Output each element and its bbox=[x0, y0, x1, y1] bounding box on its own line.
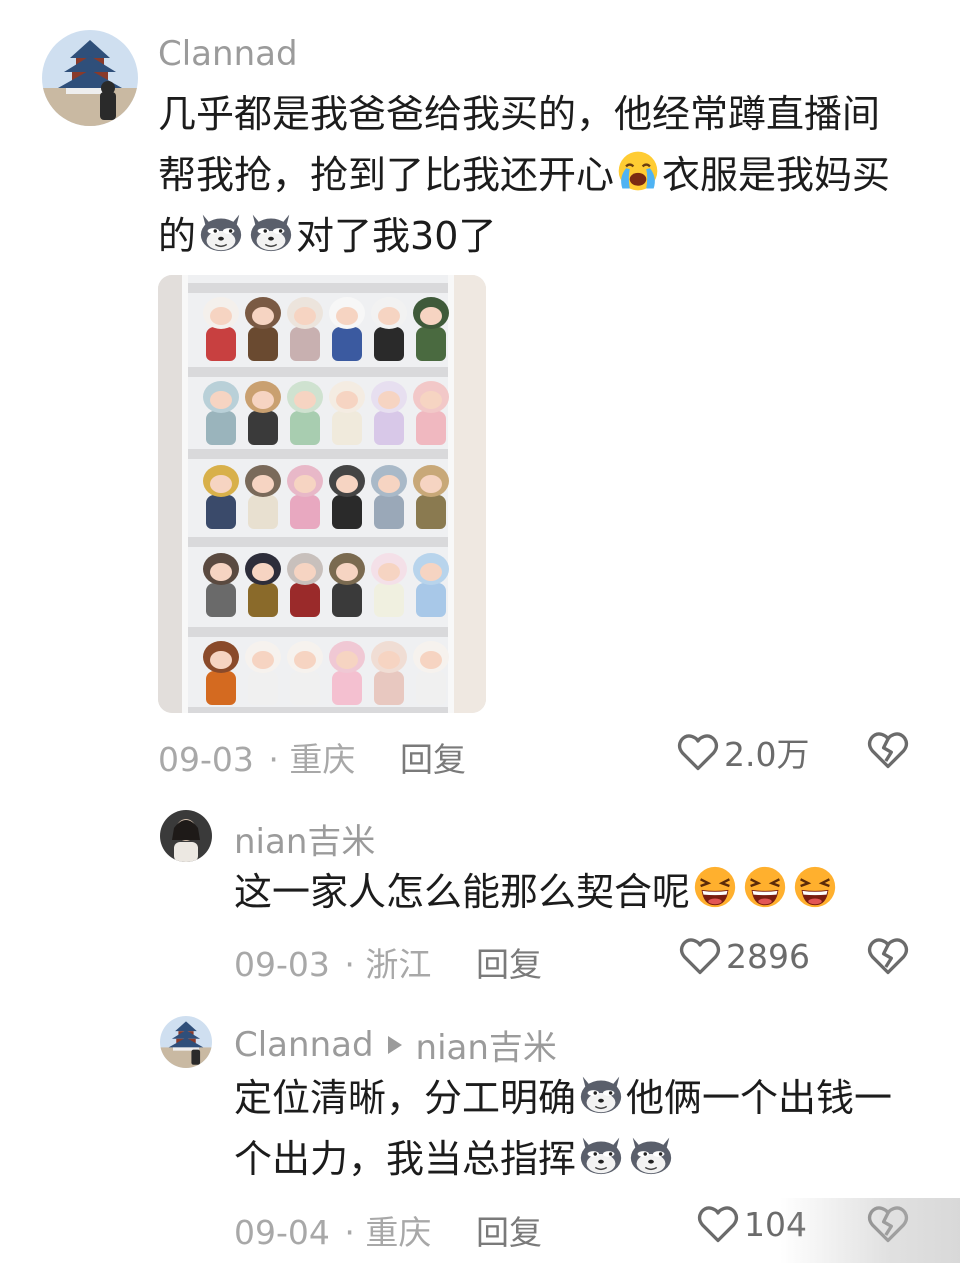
toy-doll bbox=[282, 381, 328, 447]
toy-doll bbox=[240, 553, 286, 619]
comment-text: 这一家人怎么能那么契合呢 bbox=[234, 862, 934, 923]
toy-doll bbox=[408, 381, 454, 447]
avatar-nian[interactable] bbox=[160, 810, 212, 862]
comment-text: 定位清晰，分工明确 他俩一个出钱一 个出力，我当总指挥 bbox=[234, 1068, 934, 1190]
comment-meta: 09-03 · 浙江 bbox=[234, 938, 431, 986]
wolf-face-emoji bbox=[627, 1130, 675, 1178]
toy-doll bbox=[198, 381, 244, 447]
toy-doll bbox=[324, 381, 370, 447]
comment-text-line: 定位清晰，分工明确 他俩一个出钱一 bbox=[234, 1068, 934, 1129]
crying-face-emoji bbox=[615, 148, 661, 194]
comment-text: 几乎都是我爸爸给我买的，他经常蹲直播间 帮我抢，抢到了比我还开心 衣服是我妈买 的… bbox=[158, 84, 938, 267]
toy-doll bbox=[198, 297, 244, 363]
heart-outline-icon bbox=[696, 1202, 740, 1246]
reply-button[interactable]: 回复 bbox=[476, 938, 542, 986]
comment-image[interactable] bbox=[158, 275, 486, 713]
wolf-face-emoji bbox=[577, 1130, 625, 1178]
toy-doll bbox=[366, 465, 412, 531]
comment-text-line: 个出力，我当总指挥 bbox=[234, 1129, 934, 1190]
toy-doll bbox=[240, 297, 286, 363]
heart-outline-icon bbox=[676, 730, 720, 774]
laughing-face-emoji bbox=[791, 863, 839, 911]
toy-doll bbox=[324, 297, 370, 363]
comment-meta: 09-03 · 重庆 bbox=[158, 733, 355, 781]
comment-text-line: 几乎都是我爸爸给我买的，他经常蹲直播间 bbox=[158, 92, 881, 136]
toy-doll bbox=[408, 465, 454, 531]
toy-doll bbox=[366, 297, 412, 363]
comment-username[interactable]: Clannad bbox=[234, 1025, 374, 1065]
toy-doll bbox=[240, 641, 286, 707]
reply-button[interactable]: 回复 bbox=[476, 1206, 542, 1254]
triangle-right-icon bbox=[387, 1035, 402, 1054]
toy-doll bbox=[282, 641, 328, 707]
comment-username[interactable]: nian吉米 bbox=[234, 814, 375, 863]
laughing-face-emoji bbox=[741, 863, 789, 911]
toy-doll bbox=[408, 553, 454, 619]
toy-doll bbox=[282, 465, 328, 531]
toy-doll bbox=[282, 553, 328, 619]
broken-heart-icon bbox=[866, 934, 910, 978]
toy-doll bbox=[198, 641, 244, 707]
like-button[interactable]: 2896 bbox=[678, 934, 810, 978]
broken-heart-icon bbox=[866, 728, 910, 772]
toy-doll bbox=[240, 465, 286, 531]
comment-date: 09-03 bbox=[234, 945, 330, 984]
like-count: 2896 bbox=[726, 936, 810, 976]
wolf-face-emoji bbox=[197, 207, 245, 255]
toy-doll bbox=[408, 297, 454, 363]
dislike-button[interactable] bbox=[866, 728, 910, 776]
toy-doll bbox=[366, 553, 412, 619]
comment-text-line: 帮我抢，抢到了比我还开心 衣服是我妈买 bbox=[158, 145, 938, 206]
laughing-face-emoji bbox=[691, 863, 739, 911]
toy-doll bbox=[408, 641, 454, 707]
like-button[interactable]: 2.0万 bbox=[676, 728, 809, 776]
comment-location: · 重庆 bbox=[344, 1213, 432, 1252]
comment-date: 09-04 bbox=[234, 1213, 330, 1252]
reply-button[interactable]: 回复 bbox=[400, 733, 466, 781]
wolf-face-emoji bbox=[577, 1069, 625, 1117]
toy-doll bbox=[324, 641, 370, 707]
toy-doll bbox=[198, 465, 244, 531]
comment-location: · 重庆 bbox=[268, 740, 356, 779]
reply-header: Clannad nian吉米 bbox=[234, 1020, 557, 1069]
reply-to-username[interactable]: nian吉米 bbox=[416, 1020, 557, 1069]
avatar-clannad[interactable] bbox=[160, 1016, 212, 1068]
dislike-button[interactable] bbox=[866, 934, 910, 982]
like-count: 2.0万 bbox=[724, 735, 810, 774]
wolf-face-emoji bbox=[247, 207, 295, 255]
toy-doll bbox=[240, 381, 286, 447]
comment-location: · 浙江 bbox=[344, 945, 432, 984]
avatar-clannad[interactable] bbox=[42, 30, 138, 126]
toy-doll bbox=[324, 553, 370, 619]
toy-doll bbox=[282, 297, 328, 363]
toy-doll bbox=[198, 553, 244, 619]
heart-outline-icon bbox=[678, 934, 722, 978]
toy-doll bbox=[324, 465, 370, 531]
comment-meta: 09-04 · 重庆 bbox=[234, 1206, 431, 1254]
toy-doll bbox=[366, 641, 412, 707]
comment-text-line: 的对了我30了 bbox=[158, 206, 938, 267]
comment-username[interactable]: Clannad bbox=[158, 34, 298, 74]
comment-date: 09-03 bbox=[158, 740, 254, 779]
toy-doll bbox=[366, 381, 412, 447]
